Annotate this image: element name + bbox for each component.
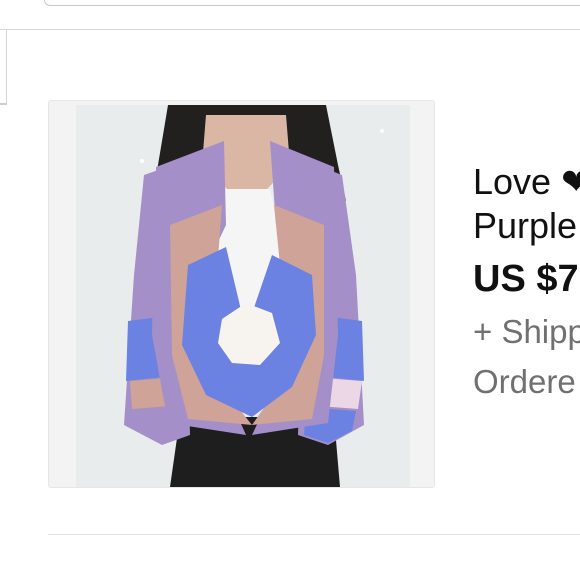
header-divider	[0, 29, 580, 30]
list-item-divider	[48, 534, 580, 535]
sweater-photo	[76, 105, 410, 487]
product-image[interactable]	[48, 100, 435, 488]
listing-title-line-1[interactable]: Love ❤	[473, 160, 580, 204]
listing-ordered-status: Ordere	[473, 363, 576, 400]
left-panel-edge	[6, 30, 7, 104]
listing-shipping: + Shipp	[473, 313, 580, 350]
panel-corner	[0, 103, 7, 105]
listing-price: US $7	[473, 258, 579, 300]
listing-title-line-2[interactable]: Purple	[473, 204, 580, 248]
listing-details: Love ❤ Purple US $7 + Shipp Ordere	[473, 160, 580, 404]
search-bar-edge	[44, 0, 580, 6]
